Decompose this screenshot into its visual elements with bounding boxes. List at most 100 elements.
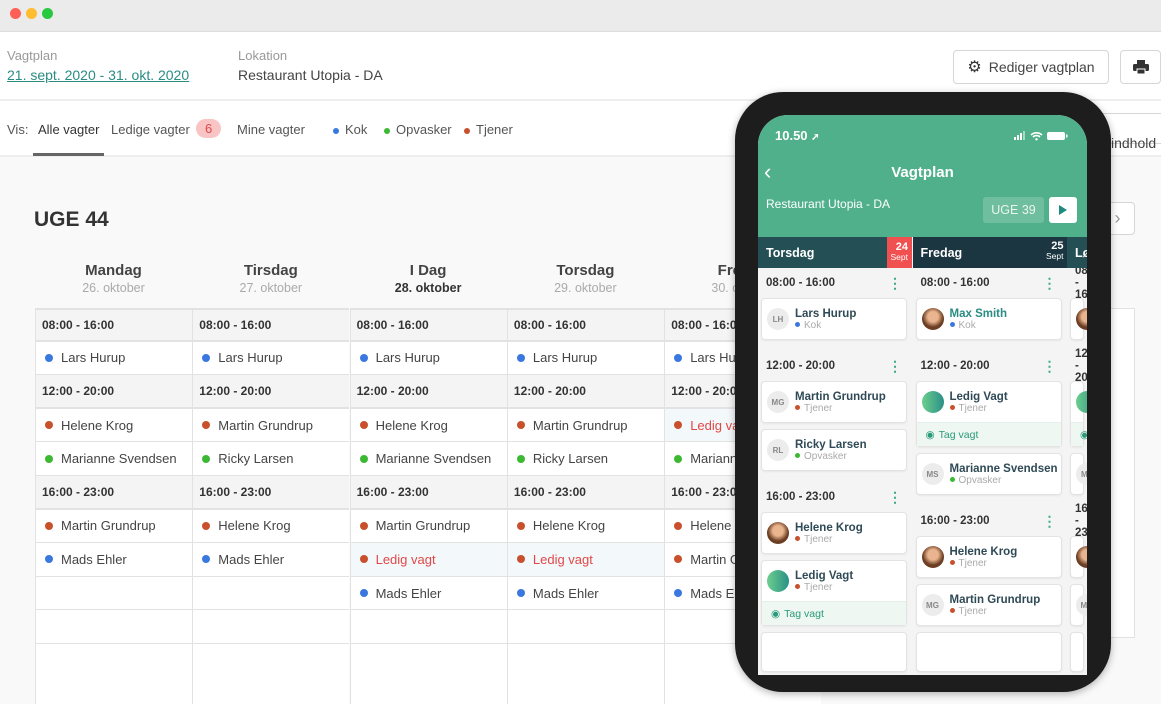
shift-person-cell[interactable]: Mads Ehler xyxy=(507,577,664,611)
play-icon xyxy=(1059,205,1067,215)
edit-schedule-button[interactable]: ⚙ Rediger vagtplan xyxy=(953,50,1109,84)
printer-icon xyxy=(1133,60,1149,74)
shift-card[interactable]: Max SmithKok xyxy=(1070,298,1084,340)
shift-time-label: 16:00 - 23:00 xyxy=(1075,503,1087,539)
role-label: Opvasker xyxy=(804,451,847,462)
role-label: Tjener xyxy=(959,606,987,617)
role-dot xyxy=(202,421,210,429)
role-dot xyxy=(674,421,682,429)
shift-time[interactable]: 08:00 - 16:00 xyxy=(35,308,192,342)
shift-person-cell[interactable]: Lars Hurup xyxy=(507,342,664,376)
shift-card[interactable]: MGMartin GrundrupTjener xyxy=(761,381,907,423)
shift-person-cell[interactable]: Lars Hurup xyxy=(35,342,192,376)
card-role: Tjener xyxy=(950,403,1008,414)
tab-open-shifts[interactable]: Ledige vagter xyxy=(111,122,190,137)
shift-person-cell[interactable]: Helene Krog xyxy=(507,510,664,544)
shift-card[interactable] xyxy=(916,632,1062,672)
next-week-play-button[interactable] xyxy=(1049,197,1077,223)
shift-time[interactable]: 08:00 - 16:00 xyxy=(350,308,507,342)
person-name: Marianne Svendsen xyxy=(61,451,177,466)
role-dot xyxy=(517,589,525,597)
shift-person-cell[interactable]: Helene Krog xyxy=(35,409,192,443)
open-shift-card[interactable]: Ledig VagtTjener◉Tag vagt xyxy=(916,381,1062,447)
tab-all-shifts[interactable]: Alle vagter xyxy=(38,122,99,137)
shift-person-cell[interactable]: Mads Ehler xyxy=(350,577,507,611)
shift-card[interactable]: Helene KrogTjener xyxy=(1070,536,1084,578)
shift-card[interactable]: Helene KrogTjener xyxy=(916,536,1062,578)
more-vertical-icon[interactable]: ⋮ xyxy=(888,358,902,375)
plan-range-link[interactable]: 21. sept. 2020 - 31. okt. 2020 xyxy=(7,67,189,83)
shift-card[interactable]: Helene KrogTjener xyxy=(761,512,907,554)
shift-person-cell[interactable]: Lars Hurup xyxy=(350,342,507,376)
open-shift-card[interactable]: Ledig VagtTjener◉Tag vagt xyxy=(761,560,907,626)
shift-time[interactable]: 16:00 - 23:00 xyxy=(350,476,507,510)
avatar xyxy=(1076,546,1087,568)
shift-person-cell[interactable]: Martin Grundrup xyxy=(507,409,664,443)
shift-card[interactable]: MSMarianne SvendsenOpvasker xyxy=(916,453,1062,495)
shift-person-cell[interactable]: Mads Ehler xyxy=(192,543,349,577)
take-shift-button[interactable]: ◉Tag vagt xyxy=(917,422,1061,446)
card-name: Ricky Larsen xyxy=(795,439,867,451)
role-dot xyxy=(674,555,682,563)
minimize-window-button[interactable] xyxy=(26,8,37,19)
more-vertical-icon[interactable]: ⋮ xyxy=(1043,513,1057,530)
shift-person-cell[interactable]: Martin Grundrup xyxy=(192,409,349,443)
role-dot xyxy=(517,522,525,530)
role-dot xyxy=(950,405,955,410)
shift-person-cell[interactable]: Marianne Svendsen xyxy=(350,442,507,476)
more-vertical-icon[interactable]: ⋮ xyxy=(888,489,902,506)
shift-person-cell[interactable]: Helene Krog xyxy=(192,510,349,544)
person-name: Helene Krog xyxy=(61,418,133,433)
shift-person-cell[interactable]: Ricky Larsen xyxy=(507,442,664,476)
shift-time[interactable]: 12:00 - 20:00 xyxy=(507,375,664,409)
shift-card[interactable]: LHLars HurupKok xyxy=(761,298,907,340)
shift-time[interactable]: 08:00 - 16:00 xyxy=(192,308,349,342)
window-titlebar xyxy=(0,0,1161,32)
more-vertical-icon[interactable]: ⋮ xyxy=(888,275,902,292)
shift-person-cell[interactable]: Marianne Svendsen xyxy=(35,442,192,476)
shift-person-cell[interactable]: Martin Grundrup xyxy=(35,510,192,544)
shift-card[interactable] xyxy=(1070,632,1084,672)
role-dot xyxy=(360,589,368,597)
person-name: Mads Ehler xyxy=(218,552,284,567)
shift-time[interactable]: 08:00 - 16:00 xyxy=(507,308,664,342)
take-shift-button[interactable]: ◉Tag vagt xyxy=(1071,422,1083,446)
shift-person-cell[interactable]: Ricky Larsen xyxy=(192,442,349,476)
shift-time-label: 12:00 - 20:00 xyxy=(921,360,990,372)
shift-time[interactable]: 16:00 - 23:00 xyxy=(507,476,664,510)
role-dot xyxy=(950,477,955,482)
shift-card[interactable]: MSMarianne SvendsenOpvasker xyxy=(1070,453,1084,495)
shift-person-cell[interactable]: Lars Hurup xyxy=(192,342,349,376)
card-name: Lars Hurup xyxy=(795,308,856,320)
day-column: Torsdag29. oktober08:00 - 16:00Lars Huru… xyxy=(507,262,664,704)
shift-time[interactable]: 16:00 - 23:00 xyxy=(192,476,349,510)
shift-time[interactable]: 12:00 - 20:00 xyxy=(350,375,507,409)
shift-person-cell[interactable]: Mads Ehler xyxy=(35,543,192,577)
shift-card[interactable]: RLRicky LarsenOpvasker xyxy=(761,429,907,471)
shift-time[interactable]: 16:00 - 23:00 xyxy=(35,476,192,510)
shift-card[interactable]: MGMartin GrundrupTjener xyxy=(1070,584,1084,626)
open-shift-cell[interactable]: Ledig vagt xyxy=(507,543,664,577)
open-shift-cell[interactable]: Ledig vagt xyxy=(350,543,507,577)
print-button[interactable] xyxy=(1120,50,1161,84)
maximize-window-button[interactable] xyxy=(42,8,53,19)
person-name: Mads Ehler xyxy=(61,552,127,567)
shift-time[interactable]: 12:00 - 20:00 xyxy=(35,375,192,409)
more-vertical-icon[interactable]: ⋮ xyxy=(1043,275,1057,292)
role-dot xyxy=(45,555,53,563)
close-window-button[interactable] xyxy=(10,8,21,19)
shift-card[interactable] xyxy=(761,632,907,672)
person-name: Lars Hurup xyxy=(533,350,597,365)
shift-card[interactable]: MGMartin GrundrupTjener xyxy=(916,584,1062,626)
week-selector[interactable]: UGE 39 xyxy=(983,197,1044,223)
role-dot xyxy=(674,589,682,597)
take-shift-button[interactable]: ◉Tag vagt xyxy=(762,601,906,625)
more-vertical-icon[interactable]: ⋮ xyxy=(1043,358,1057,375)
tab-my-shifts[interactable]: Mine vagter xyxy=(237,122,305,137)
role-dot xyxy=(517,354,525,362)
shift-time[interactable]: 12:00 - 20:00 xyxy=(192,375,349,409)
shift-person-cell[interactable]: Martin Grundrup xyxy=(350,510,507,544)
open-shift-card[interactable]: Ledig VagtTjener◉Tag vagt xyxy=(1070,381,1084,447)
shift-card[interactable]: Max SmithKok xyxy=(916,298,1062,340)
shift-person-cell[interactable]: Helene Krog xyxy=(350,409,507,443)
